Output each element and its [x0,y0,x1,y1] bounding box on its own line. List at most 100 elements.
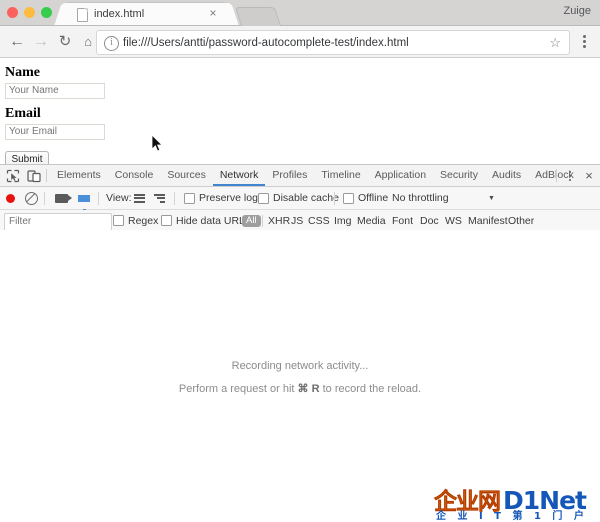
devtools-panel: Elements Console Sources Network Profiles Tim… [0,164,600,521]
offline-checkbox[interactable]: Offline [343,187,388,209]
devtools-tab-console[interactable]: Console [108,165,161,186]
devtools-tabs: Elements Console Sources Network Profiles Tim… [50,165,581,186]
clear-button[interactable] [25,187,38,209]
type-filter-doc[interactable]: Doc [420,210,439,231]
command-key: ⌘ [297,383,309,395]
network-filter-bar: Regex Hide data URLs All XHR JS CSS [0,210,600,232]
view-large-rows-button[interactable] [134,187,145,209]
view-label: View: [106,192,132,204]
devtools-tab-audits[interactable]: Audits [485,165,528,186]
tab-strip: index.html × Zuige [0,0,600,26]
window-controls [7,7,52,18]
throttling-dropdown-arrow[interactable]: ▼ [488,187,495,209]
devtools-tab-profiles[interactable]: Profiles [265,165,314,186]
divider [44,187,45,209]
document-icon [77,8,88,22]
r-key: R [311,383,320,395]
preserve-log-label: Preserve log [199,192,258,204]
devtools-tab-sources[interactable]: Sources [160,165,213,186]
chevron-down-icon: ▼ [488,194,495,202]
filter-input[interactable] [4,213,112,231]
reload-icon[interactable]: ↻ [55,32,75,52]
name-input[interactable] [5,83,105,99]
divider [174,187,175,209]
forward-icon[interactable]: → [31,32,51,52]
name-label: Name [5,65,40,80]
divider [334,187,335,209]
checkbox-box [258,192,269,204]
record-button[interactable] [6,187,15,209]
regex-label: Regex [128,214,159,227]
type-filter-js[interactable]: JS [291,210,303,231]
email-input[interactable] [5,124,105,140]
profile-name[interactable]: Zuige [563,5,591,17]
close-window-button[interactable] [7,7,18,18]
type-filter-all-label: All [242,214,261,227]
tab-left-edge [54,3,72,25]
type-filter-ws[interactable]: WS [445,210,462,231]
hide-data-urls-label: Hide data URLs [176,214,251,227]
inspect-element-icon[interactable] [6,169,20,183]
devtools-tab-bar: Elements Console Sources Network Profiles Tim… [0,165,600,187]
throttling-value: No throttling [392,192,449,204]
hint-suffix: to record the reload. [319,383,422,395]
preserve-log-checkbox[interactable]: Preserve log [184,187,258,209]
large-rows-icon [134,193,145,203]
type-filter-font[interactable]: Font [392,210,413,231]
clear-icon [25,191,38,205]
devtools-tab-elements[interactable]: Elements [50,165,108,186]
disable-cache-checkbox[interactable]: Disable cache [258,187,339,209]
browser-window: index.html × Zuige ← → ↻ ⌂ i file:///Use… [0,0,600,522]
maximize-window-button[interactable] [41,7,52,18]
filter-button[interactable] [78,187,90,213]
address-bar-url: file:///Users/antti/password-autocomplet… [123,37,409,49]
new-tab-button[interactable] [234,7,282,26]
type-filter-css[interactable]: CSS [308,210,330,231]
hide-data-urls-checkbox[interactable]: Hide data URLs [161,210,250,231]
type-filter-all[interactable]: All [242,210,261,231]
devtools-tab-timeline[interactable]: Timeline [314,165,367,186]
tab-right-edge [221,3,239,25]
funnel-icon [78,194,90,213]
address-bar[interactable]: i file:///Users/antti/password-autocompl… [96,30,570,55]
minimize-window-button[interactable] [24,7,35,18]
tab-title: index.html [94,8,145,20]
devtools-tab-security[interactable]: Security [433,165,485,186]
checkbox-box [161,215,172,226]
kebab-menu-icon[interactable] [577,33,591,50]
close-icon[interactable]: × [207,7,219,20]
browser-tab-index-html[interactable]: index.html × [54,3,239,25]
offline-label: Offline [358,192,389,204]
group-by-frame-button[interactable] [154,187,165,209]
type-filter-xhr[interactable]: XHR [268,210,290,231]
group-frames-icon [154,193,165,203]
type-filter-img[interactable]: Img [334,210,352,231]
home-icon[interactable]: ⌂ [78,32,98,52]
toggle-device-toolbar-icon[interactable] [27,169,41,183]
regex-checkbox[interactable]: Regex [113,210,158,231]
capture-screenshots-button[interactable] [55,187,72,209]
divider [556,169,557,182]
devtools-more-options-icon[interactable] [564,169,576,182]
devtools-tabbar-right: × [556,165,595,186]
devtools-tab-application[interactable]: Application [368,165,433,186]
watermark-subtitle: 企 业 I T 第 1 门 户 [436,511,588,522]
type-filter-other[interactable]: Other [508,210,534,231]
recording-hint-text: Perform a request or hit ⌘ R to record t… [0,382,600,395]
divider [46,169,47,182]
bookmark-star-icon[interactable]: ☆ [549,35,561,50]
record-icon [6,193,15,203]
throttling-select[interactable]: No throttling [392,187,449,209]
recording-status-text: Recording network activity... [231,360,369,372]
divider [98,187,99,209]
disable-cache-label: Disable cache [273,192,339,204]
type-filter-manifest[interactable]: Manifest [468,210,508,231]
checkbox-box [184,192,195,204]
camera-icon [55,193,72,203]
back-icon[interactable]: ← [7,32,27,52]
type-filter-media[interactable]: Media [357,210,386,231]
close-devtools-icon[interactable]: × [583,169,595,182]
network-toolbar: View: Preserve log Disable cache Offline… [0,187,600,213]
info-icon[interactable]: i [104,36,119,51]
devtools-tab-network[interactable]: Network [212,165,266,186]
